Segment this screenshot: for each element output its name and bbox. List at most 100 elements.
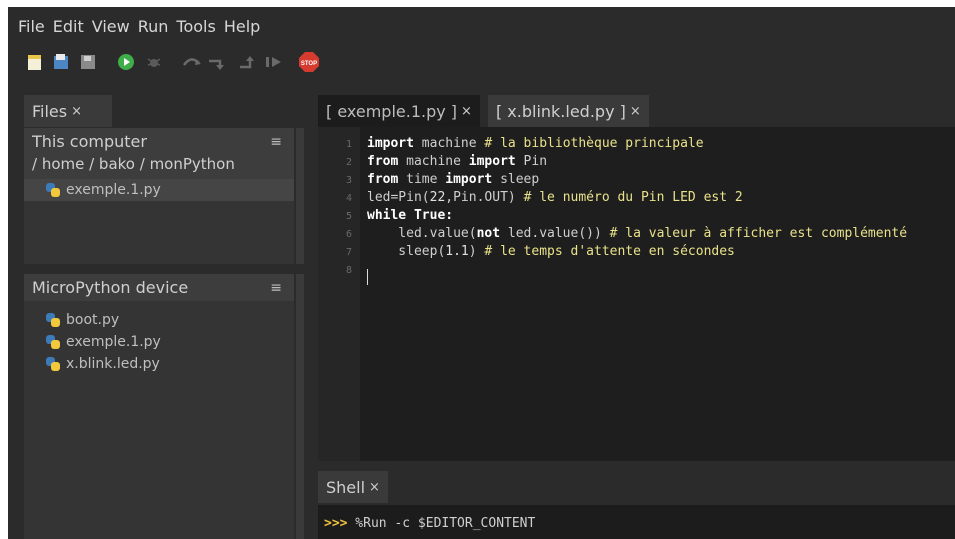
step-over-button[interactable] [181, 51, 203, 73]
shell-console[interactable]: >>> %Run -c $EDITOR_CONTENT [318, 505, 955, 539]
code-token: led.value( [367, 226, 477, 241]
open-file-icon [54, 54, 68, 69]
menu-edit[interactable]: Edit [53, 17, 84, 36]
line-number: 8 [345, 265, 352, 276]
code-token: 22 [429, 190, 446, 205]
shell-command: %Run -c $EDITOR_CONTENT [347, 516, 536, 531]
line-number: 1 [345, 139, 352, 150]
code-editor[interactable]: 1 2 3 4 5 6 7 8 import machine # la bibl… [318, 127, 955, 461]
file-item-label: exemple.1.py [66, 182, 161, 198]
debug-icon [147, 58, 161, 67]
this-computer-title: This computer [32, 132, 147, 151]
computer-menu-icon[interactable]: ≡ [270, 134, 282, 150]
device-panel-scrollbar[interactable] [296, 274, 304, 539]
code-token: # la bibliothèque principale [484, 136, 704, 151]
step-out-icon [240, 56, 254, 69]
stop-label: STOP [301, 61, 317, 67]
toolbar: STOP [8, 51, 955, 79]
code-line: from machine import Pin [367, 154, 547, 169]
code-token: sleep( [367, 244, 446, 259]
code-token: machine [398, 154, 469, 169]
stop-icon: STOP [299, 52, 319, 72]
editor-tab-exemple[interactable]: [ exemple.1.py ] × [318, 95, 480, 127]
code-token: machine [413, 136, 485, 151]
editor-tab-blink[interactable]: [ x.blink.led.py ] × [487, 95, 649, 127]
code-token: # le temps d'attente en sécondes [484, 244, 735, 259]
new-file-icon [28, 55, 41, 70]
editor-tab-label: [ x.blink.led.py ] [495, 101, 626, 121]
line-number: 2 [345, 157, 352, 168]
new-file-button[interactable] [25, 51, 45, 73]
text-cursor [367, 269, 368, 285]
file-item-device[interactable]: exemple.1.py [24, 331, 294, 353]
device-header: MicroPython device ≡ [24, 274, 294, 301]
resume-button[interactable] [263, 51, 285, 73]
code-line: import machine # la bibliothèque princip… [367, 136, 704, 151]
python-file-icon [46, 313, 60, 327]
files-tab[interactable]: Files × [24, 95, 112, 127]
code-token: from [367, 172, 399, 187]
open-file-button[interactable] [51, 51, 71, 73]
step-out-button[interactable] [236, 51, 258, 73]
debug-button[interactable] [144, 51, 164, 73]
files-tab-close-icon[interactable]: × [71, 104, 82, 119]
line-number: 4 [345, 193, 352, 204]
code-token: while [367, 208, 407, 223]
editor-tab-bar: [ exemple.1.py ] × [ x.blink.led.py ] × [318, 95, 649, 127]
menu-tools[interactable]: Tools [176, 17, 215, 36]
code-token: 1.1 [445, 244, 469, 259]
shell-line: >>> %Run -c $EDITOR_CONTENT [324, 516, 535, 531]
code-line: led.value(not led.value()) # la valeur à… [367, 226, 907, 241]
file-item-label: exemple.1.py [66, 334, 161, 350]
run-button[interactable] [116, 51, 136, 73]
stop-button[interactable]: STOP [298, 51, 320, 73]
file-item-computer[interactable]: exemple.1.py [24, 179, 294, 201]
run-icon [118, 54, 134, 70]
code-token: not [476, 226, 501, 241]
file-item-label: x.blink.led.py [66, 356, 160, 372]
shell-tab-close-icon[interactable]: × [369, 480, 380, 495]
resume-icon [266, 57, 281, 67]
editor-tab-close-icon[interactable]: × [630, 104, 641, 119]
line-number: 6 [345, 229, 352, 240]
code-token: sleep [492, 172, 540, 187]
code-token: time [398, 172, 446, 187]
step-into-icon [209, 59, 224, 70]
files-tab-label: Files [32, 101, 68, 121]
code-token: ,Pin.OUT) [445, 190, 524, 205]
code-token: led.value()) [500, 226, 610, 241]
menu-file[interactable]: File [18, 17, 45, 36]
shell-tab[interactable]: Shell × [318, 471, 388, 503]
menu-run[interactable]: Run [138, 17, 169, 36]
device-menu-icon[interactable]: ≡ [270, 280, 282, 296]
line-number: 3 [345, 175, 352, 186]
micropython-device-panel: MicroPython device ≡ boot.py exemple.1.p… [24, 274, 294, 539]
save-file-icon [81, 55, 95, 69]
python-file-icon [46, 183, 60, 197]
python-file-icon [46, 357, 60, 371]
ide-window: File Edit View Run Tools Help STOP Files… [8, 7, 955, 539]
step-into-button[interactable] [206, 51, 228, 73]
menu-view[interactable]: View [92, 17, 130, 36]
editor-tab-label: [ exemple.1.py ] [326, 101, 458, 121]
this-computer-panel: This computer ≡ / home / bako / monPytho… [24, 128, 294, 264]
editor-tab-close-icon[interactable]: × [461, 104, 472, 119]
code-line: led=Pin(22,Pin.OUT) # le numéro du Pin L… [367, 190, 743, 205]
computer-panel-scrollbar[interactable] [296, 128, 304, 264]
current-path[interactable]: / home / bako / monPython [24, 155, 294, 179]
code-line: while True: [367, 208, 453, 223]
file-item-device[interactable]: boot.py [24, 309, 294, 331]
save-file-button[interactable] [78, 51, 98, 73]
file-item-device[interactable]: x.blink.led.py [24, 353, 294, 375]
line-number-gutter: 1 2 3 4 5 6 7 8 [318, 127, 360, 461]
code-token: # la valeur à afficher est complémenté [609, 226, 908, 241]
menu-bar: File Edit View Run Tools Help [8, 7, 955, 45]
code-token: # le numéro du Pin LED est 2 [523, 190, 743, 205]
code-token: import [445, 172, 493, 187]
code-token: from [367, 154, 399, 169]
file-item-label: boot.py [66, 312, 120, 328]
code-token: Pin [515, 154, 548, 169]
menu-help[interactable]: Help [224, 17, 260, 36]
line-number: 7 [345, 247, 352, 258]
step-over-icon [182, 58, 201, 66]
